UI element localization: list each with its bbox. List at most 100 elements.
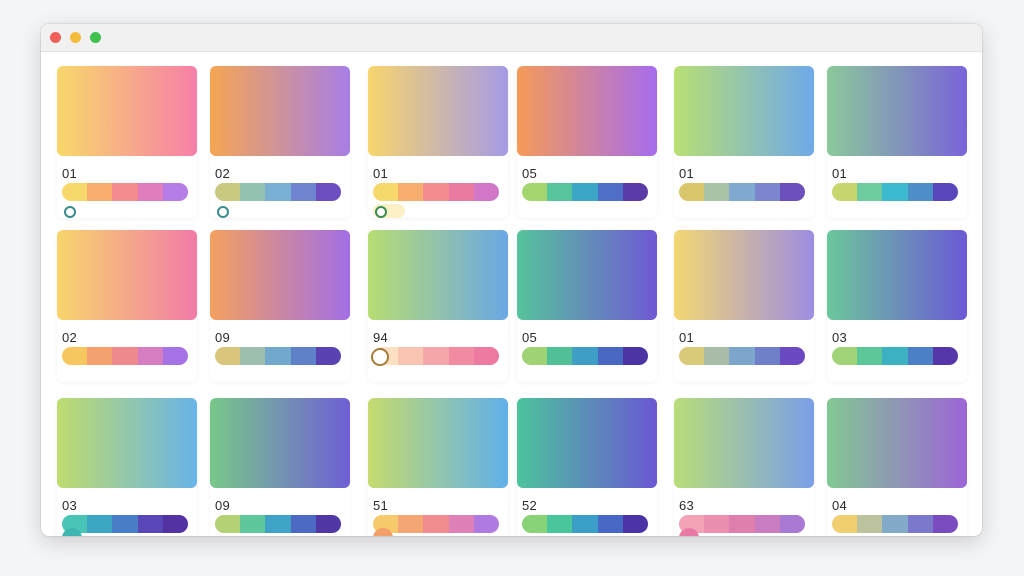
palette-chip: [704, 515, 730, 533]
selection-ring-icon[interactable]: [64, 206, 76, 218]
palette-chip: [522, 183, 548, 201]
palette-chip: [597, 515, 623, 533]
palette-strip[interactable]: [62, 347, 188, 365]
gradient-card[interactable]: 01: [674, 230, 814, 382]
browser-window: 01 02 01 05 01 01 02 09 94 05 01 03 03 09 51 52 63 04: [41, 24, 982, 536]
palette-chip: [754, 183, 780, 201]
palette-chip: [448, 183, 474, 201]
palette-strip[interactable]: [832, 183, 958, 201]
gradient-card[interactable]: 02: [57, 230, 197, 382]
palette-strip[interactable]: [679, 515, 805, 533]
palette-strip[interactable]: [373, 515, 499, 533]
palette-strip[interactable]: [522, 183, 648, 201]
palette-chip: [547, 183, 573, 201]
palette-strip[interactable]: [215, 183, 341, 201]
palette-strip[interactable]: [215, 347, 341, 365]
palette-chip: [398, 183, 424, 201]
palette-chip: [704, 183, 730, 201]
window-titlebar: [41, 24, 982, 52]
palette-strip[interactable]: [679, 347, 805, 365]
palette-chip: [137, 183, 163, 201]
palette-chip: [215, 347, 241, 365]
gradient-card[interactable]: 05: [517, 66, 657, 218]
card-number: 01: [679, 330, 695, 345]
palette-chip: [932, 347, 958, 365]
palette-chip: [622, 183, 648, 201]
palette-strip[interactable]: [679, 183, 805, 201]
palette-chip: [547, 515, 573, 533]
palette-strip[interactable]: [62, 183, 188, 201]
gradient-card[interactable]: 01: [57, 66, 197, 218]
palette-chip: [215, 183, 241, 201]
maximize-button[interactable]: [90, 32, 101, 43]
gradient-swatch: [674, 398, 814, 488]
palette-chip: [729, 515, 755, 533]
palette-chip: [265, 515, 291, 533]
palette-chip: [162, 347, 188, 365]
palette-chip: [857, 347, 883, 365]
gradient-card[interactable]: 09: [210, 230, 350, 382]
palette-strip[interactable]: [373, 347, 499, 365]
palette-chip: [423, 183, 449, 201]
palette-chip: [162, 183, 188, 201]
palette-chip: [832, 347, 858, 365]
palette-chip: [112, 183, 138, 201]
gradient-swatch: [368, 398, 508, 488]
palette-chip: [423, 347, 449, 365]
gradient-card[interactable]: 51: [368, 398, 508, 536]
card-number: 51: [373, 498, 389, 513]
gradient-card[interactable]: 05: [517, 230, 657, 382]
palette-chip: [112, 515, 138, 533]
palette-strip[interactable]: [832, 515, 958, 533]
gradient-card[interactable]: 01: [368, 66, 508, 218]
palette-chip: [137, 347, 163, 365]
card-number: 02: [215, 166, 231, 181]
selection-ring-icon[interactable]: [217, 206, 229, 218]
gradient-card[interactable]: 63: [674, 398, 814, 536]
palette-strip[interactable]: [373, 183, 499, 201]
gradient-card[interactable]: 02: [210, 66, 350, 218]
palette-strip[interactable]: [215, 515, 341, 533]
card-number: 02: [62, 330, 78, 345]
gradient-card[interactable]: 94: [368, 230, 508, 382]
palette-chip: [622, 515, 648, 533]
gradient-card[interactable]: 01: [827, 66, 967, 218]
palette-chip: [729, 183, 755, 201]
palette-chip: [473, 347, 499, 365]
slider-knob[interactable]: [371, 348, 389, 366]
palette-chip: [62, 347, 88, 365]
palette-chip: [907, 515, 933, 533]
palette-strip[interactable]: [62, 515, 188, 533]
card-number: 04: [832, 498, 848, 513]
gradient-card[interactable]: 52: [517, 398, 657, 536]
gradient-card[interactable]: 03: [57, 398, 197, 536]
gradient-card[interactable]: 04: [827, 398, 967, 536]
card-number: 03: [832, 330, 848, 345]
card-number: 05: [522, 330, 538, 345]
palette-chip: [290, 183, 316, 201]
card-number: 94: [373, 330, 389, 345]
gradient-card[interactable]: 01: [674, 66, 814, 218]
palette-chip: [87, 183, 113, 201]
gradient-swatch: [517, 66, 657, 156]
card-number: 52: [522, 498, 538, 513]
palette-chip: [240, 515, 266, 533]
palette-chip: [857, 183, 883, 201]
palette-chip: [907, 183, 933, 201]
palette-chip: [857, 515, 883, 533]
gradient-card[interactable]: 03: [827, 230, 967, 382]
card-number: 05: [522, 166, 538, 181]
palette-chip: [448, 515, 474, 533]
palette-chip: [373, 183, 399, 201]
palette-chip: [112, 347, 138, 365]
selection-ring-icon[interactable]: [375, 206, 387, 218]
palette-strip[interactable]: [522, 347, 648, 365]
close-button[interactable]: [50, 32, 61, 43]
palette-strip[interactable]: [832, 347, 958, 365]
palette-strip[interactable]: [522, 515, 648, 533]
palette-chip: [137, 515, 163, 533]
minimize-button[interactable]: [70, 32, 81, 43]
card-number: 09: [215, 330, 231, 345]
gradient-card[interactable]: 09: [210, 398, 350, 536]
palette-chip: [162, 515, 188, 533]
